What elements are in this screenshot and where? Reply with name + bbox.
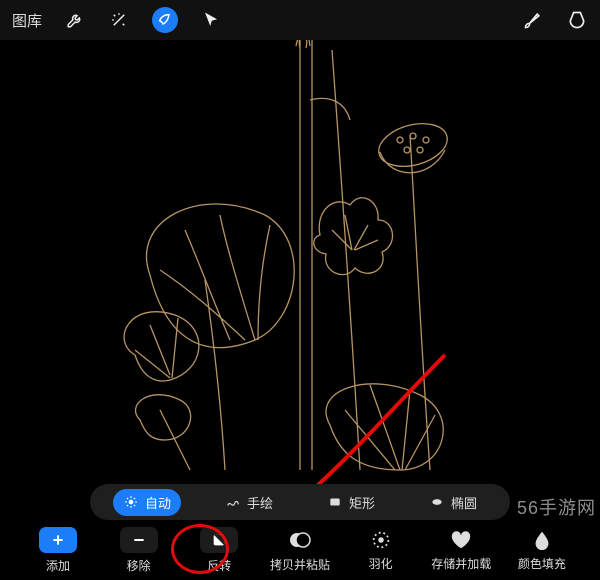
color-fill-icon bbox=[531, 529, 553, 551]
action-feather-label: 羽化 bbox=[369, 555, 393, 572]
mode-ellipse[interactable]: 椭圆 bbox=[419, 489, 487, 516]
heart-icon bbox=[450, 529, 472, 551]
mode-freehand-label: 手绘 bbox=[247, 493, 273, 512]
action-copy-paste-label: 拷贝并粘贴 bbox=[270, 556, 330, 573]
rect-icon bbox=[327, 494, 343, 510]
copy-paste-icon bbox=[288, 528, 312, 552]
top-toolbar: 图库 bbox=[0, 0, 600, 40]
sun-icon bbox=[123, 494, 139, 510]
feather-icon bbox=[370, 529, 392, 551]
action-remove-label: 移除 bbox=[127, 557, 151, 574]
action-color-fill[interactable]: 颜色填充 bbox=[512, 529, 572, 572]
action-add-label: 添加 bbox=[46, 557, 70, 574]
brush-icon[interactable] bbox=[522, 9, 544, 31]
action-save-load[interactable]: 存储并加载 bbox=[431, 529, 491, 572]
ellipse-icon bbox=[429, 494, 445, 510]
action-invert[interactable]: 反转 bbox=[189, 527, 249, 574]
mode-auto-label: 自动 bbox=[145, 493, 171, 512]
wrench-icon[interactable] bbox=[64, 9, 86, 31]
cursor-icon[interactable] bbox=[200, 9, 222, 31]
mode-freehand[interactable]: 手绘 bbox=[215, 489, 283, 516]
mode-rect-label: 矩形 bbox=[349, 493, 375, 512]
gallery-button[interactable]: 图库 bbox=[12, 10, 42, 31]
action-invert-label: 反转 bbox=[207, 557, 231, 574]
action-color-fill-label: 颜色填充 bbox=[518, 555, 566, 572]
minus-icon bbox=[120, 527, 158, 553]
action-remove[interactable]: 移除 bbox=[109, 527, 169, 574]
action-copy-paste[interactable]: 拷贝并粘贴 bbox=[270, 528, 330, 573]
action-bar: 添加 移除 反转 拷贝并粘贴 羽化 bbox=[0, 520, 600, 580]
invert-icon bbox=[200, 527, 238, 553]
selection-mode-bar: 自动 手绘 矩形 椭圆 bbox=[90, 484, 510, 520]
freehand-icon bbox=[225, 494, 241, 510]
action-feather[interactable]: 羽化 bbox=[351, 529, 411, 572]
wand-icon[interactable] bbox=[108, 9, 130, 31]
mode-rect[interactable]: 矩形 bbox=[317, 489, 385, 516]
action-save-load-label: 存储并加载 bbox=[431, 555, 491, 572]
mode-auto[interactable]: 自动 bbox=[113, 489, 181, 516]
smudge-icon[interactable] bbox=[566, 9, 588, 31]
mode-ellipse-label: 椭圆 bbox=[451, 493, 477, 512]
select-icon[interactable] bbox=[152, 7, 178, 33]
plus-icon bbox=[39, 527, 77, 553]
action-add[interactable]: 添加 bbox=[28, 527, 88, 574]
